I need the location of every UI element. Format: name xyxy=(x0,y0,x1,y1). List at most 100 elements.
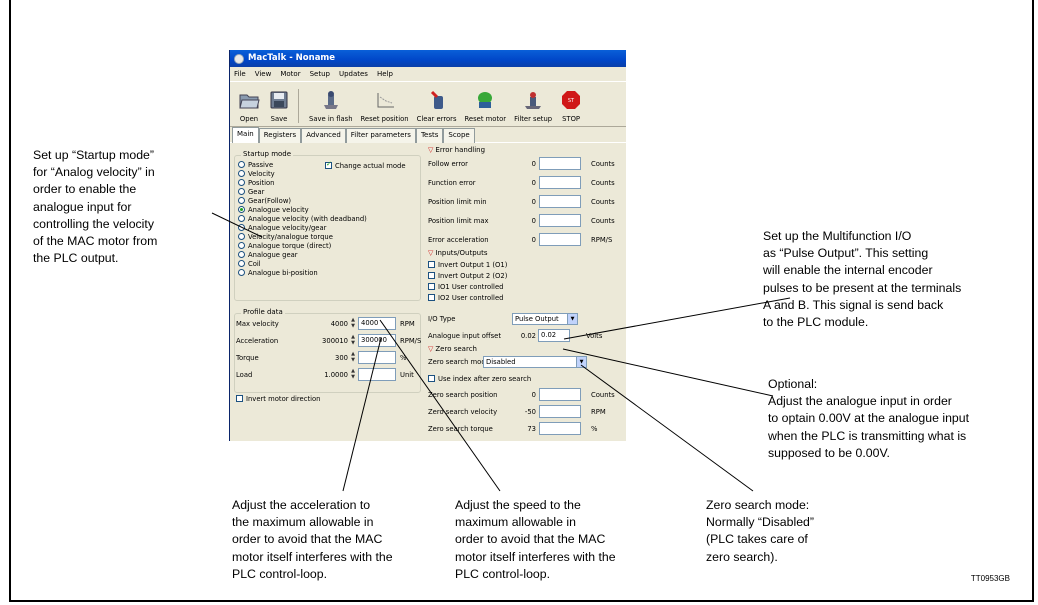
profile-row-input[interactable] xyxy=(358,368,396,381)
spin-arrows-icon[interactable]: ▲ ▼ xyxy=(349,317,357,330)
spin-arrows-icon[interactable]: ▲ ▼ xyxy=(349,334,357,347)
analogue-offset-input[interactable]: 0.02 xyxy=(538,329,570,342)
save-in-flash-button[interactable]: Save in flash xyxy=(309,89,353,123)
zero-row-input[interactable] xyxy=(539,422,581,435)
zero-row-unit: Counts xyxy=(591,390,615,399)
stop-button[interactable]: ST STOP xyxy=(560,89,582,123)
app-icon xyxy=(234,53,244,64)
radio-icon xyxy=(238,179,245,186)
io-type-select[interactable]: Pulse Output ▼ xyxy=(512,313,578,325)
profile-row-unit: % xyxy=(400,353,407,362)
profile-row-unit: RPM xyxy=(400,319,415,328)
io-checkbox[interactable]: IO1 User controlled xyxy=(428,281,507,292)
error-row: Error acceleration 0 RPM/S xyxy=(428,233,626,246)
startup-mode-option[interactable]: Analogue velocity/gear xyxy=(238,223,367,232)
menu-updates[interactable]: Updates xyxy=(339,67,368,81)
tab-tests[interactable]: Tests xyxy=(415,128,444,143)
toolbar-separator xyxy=(298,89,299,123)
analogue-offset-row: Analogue input offset 0.02 0.02 Volts xyxy=(428,329,626,342)
spin-arrows-icon[interactable]: ▲ ▼ xyxy=(349,351,357,364)
menu-setup[interactable]: Setup xyxy=(310,67,330,81)
tab-scope[interactable]: Scope xyxy=(443,128,475,143)
startup-mode-option[interactable]: Position xyxy=(238,178,367,187)
annotation-line: Zero search mode: xyxy=(706,498,810,512)
annotation-line: when the PLC is transmitting what is xyxy=(768,428,967,443)
zero-row-input[interactable] xyxy=(539,388,581,401)
error-row-unit: Counts xyxy=(591,178,615,187)
menu-motor[interactable]: Motor xyxy=(280,67,300,81)
title-bar[interactable]: MacTalk - Noname xyxy=(230,50,626,67)
clear-errors-button[interactable]: Clear errors xyxy=(417,89,457,123)
startup-mode-label: Analogue velocity xyxy=(248,205,309,214)
error-row-input[interactable] xyxy=(539,157,581,170)
startup-mode-title: Startup mode xyxy=(241,150,294,158)
io-checkbox-label: IO2 User controlled xyxy=(438,293,504,302)
reset-position-label: Reset position xyxy=(360,115,409,123)
startup-mode-label: Passive xyxy=(248,160,274,169)
startup-mode-label: Gear(Follow) xyxy=(248,196,292,205)
tab-advanced[interactable]: Advanced xyxy=(301,128,346,143)
startup-mode-option[interactable]: Velocity xyxy=(238,169,367,178)
startup-mode-option[interactable]: Analogue gear xyxy=(238,250,367,259)
io-checkbox[interactable]: Invert Output 2 (O2) xyxy=(428,270,507,281)
spin-arrows-icon[interactable]: ▲ ▼ xyxy=(349,368,357,381)
reset-motor-button[interactable]: Reset motor xyxy=(465,89,506,123)
startup-mode-option[interactable]: Velocity/analogue torque xyxy=(238,232,367,241)
startup-mode-option[interactable]: Coil xyxy=(238,259,367,268)
startup-mode-option[interactable]: Passive xyxy=(238,160,367,169)
radio-icon xyxy=(238,242,245,249)
error-row-value: 0 xyxy=(531,235,536,244)
zero-search-label: Zero search xyxy=(435,345,477,353)
zero-search-mode-select[interactable]: Disabled ▼ xyxy=(483,356,587,368)
clear-errors-label: Clear errors xyxy=(416,115,457,123)
startup-mode-option[interactable]: Analogue velocity xyxy=(238,205,367,214)
annotation-line: A and B. This signal is send back xyxy=(763,297,944,312)
tab-strip: Main Registers Advanced Filter parameter… xyxy=(230,127,626,143)
startup-mode-option[interactable]: Analogue torque (direct) xyxy=(238,241,367,250)
menu-view[interactable]: View xyxy=(255,67,272,81)
save-button[interactable]: Save xyxy=(268,89,290,123)
tab-registers[interactable]: Registers xyxy=(258,128,302,143)
io-checkbox[interactable]: IO2 User controlled xyxy=(428,292,507,303)
tab-main[interactable]: Main xyxy=(232,127,259,143)
annotation-line: (PLC takes care of xyxy=(706,532,808,547)
menu-help[interactable]: Help xyxy=(377,67,393,81)
svg-text:ST: ST xyxy=(568,98,575,104)
io-checkbox[interactable]: Invert Output 1 (O1) xyxy=(428,259,507,270)
zero-search-title[interactable]: ▽ Zero search xyxy=(428,345,477,353)
open-button[interactable]: Open xyxy=(238,89,260,123)
annotation-startup: Set up “Startup mode” for “Analog velocit… xyxy=(33,147,157,267)
profile-row-label: Load xyxy=(236,370,253,379)
menu-file[interactable]: File xyxy=(234,67,246,81)
error-row-input[interactable] xyxy=(539,195,581,208)
profile-row: Load 1.0000 ▲ ▼ Unit xyxy=(236,368,421,381)
profile-row-input[interactable]: 4000 xyxy=(358,317,396,330)
startup-mode-option[interactable]: Gear xyxy=(238,187,367,196)
startup-mode-option[interactable]: Gear(Follow) xyxy=(238,196,367,205)
collapse-triangle-icon: ▽ xyxy=(428,146,434,154)
stop-label: STOP xyxy=(562,115,581,123)
invert-motor-direction-checkbox[interactable]: Invert motor direction xyxy=(236,394,320,403)
annotation-line: to optain 0.00V at the analogue input xyxy=(768,411,970,426)
error-row-input[interactable] xyxy=(539,233,581,246)
startup-mode-option[interactable]: Analogue bi-position xyxy=(238,268,367,277)
use-index-checkbox[interactable]: Use index after zero search xyxy=(428,374,531,383)
error-row-input[interactable] xyxy=(539,214,581,227)
tab-filter-parameters[interactable]: Filter parameters xyxy=(345,128,416,143)
startup-mode-label: Analogue gear xyxy=(248,250,298,259)
filter-setup-button[interactable]: Filter setup xyxy=(514,89,552,123)
profile-row-input[interactable]: 300000 xyxy=(358,334,396,347)
profile-row-input[interactable] xyxy=(358,351,396,364)
inputs-outputs-title[interactable]: ▽ Inputs/Outputs xyxy=(428,249,487,257)
zero-row-input[interactable] xyxy=(539,405,581,418)
error-handling-title[interactable]: ▽ Error handling xyxy=(428,146,485,154)
reset-position-button[interactable]: Reset position xyxy=(361,89,409,123)
invert-motor-direction-label: Invert motor direction xyxy=(246,394,321,403)
radio-icon xyxy=(238,260,245,267)
annotation-line: as “Pulse Output”. This setting xyxy=(763,246,929,261)
startup-mode-option[interactable]: Analogue velocity (with deadband) xyxy=(238,214,367,223)
annotation-speed: Adjust the speed to the maximum allowable… xyxy=(455,497,616,583)
zero-row-label: Zero search velocity xyxy=(428,407,498,416)
error-row-input[interactable] xyxy=(539,176,581,189)
save-in-flash-label: Save in flash xyxy=(309,115,353,123)
